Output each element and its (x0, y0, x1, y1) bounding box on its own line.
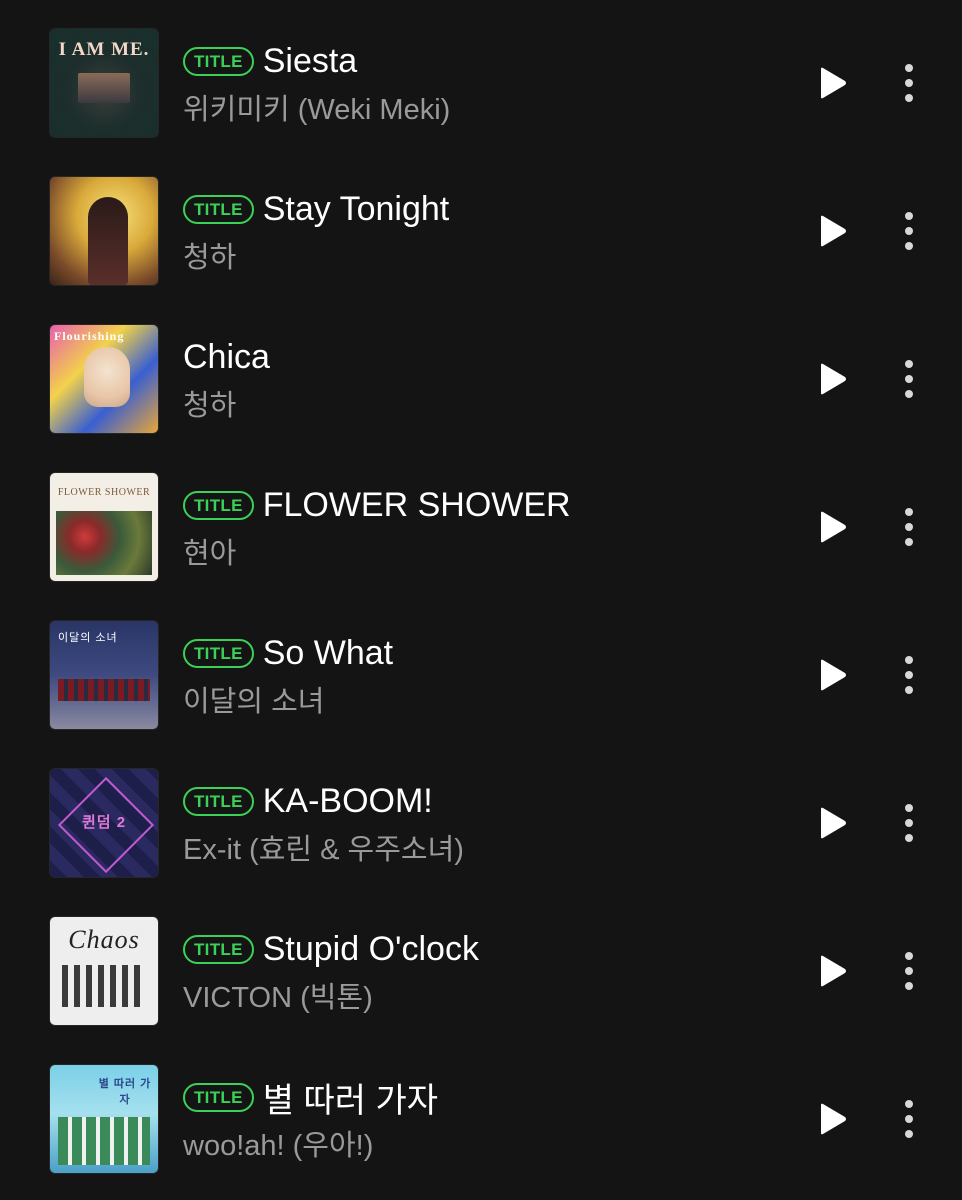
song-title: 별 따러 가자 (262, 1081, 439, 1120)
song-row[interactable]: 별 따러 가자 TITLE 별 따러 가자 woo!ah! (우아!) (0, 1044, 962, 1192)
song-row[interactable]: FLOWER SHOWER TITLE FLOWER SHOWER 현아 (0, 452, 962, 600)
more-options-button[interactable] (893, 655, 925, 695)
album-art-text: I AM ME. (58, 39, 150, 60)
more-options-button[interactable] (893, 63, 925, 103)
album-art[interactable]: 이달의 소녀 (50, 621, 158, 729)
album-art[interactable]: Chaos (50, 917, 158, 1025)
artist-name: 청하 (183, 390, 237, 422)
song-info: TITLE 별 따러 가자 woo!ah! (우아!) (183, 1076, 782, 1164)
album-art-text: 이달의 소녀 (58, 632, 118, 644)
more-options-button[interactable] (893, 359, 925, 399)
more-options-button[interactable] (893, 803, 925, 843)
song-info: Chica 청하 (183, 336, 782, 424)
play-button[interactable] (812, 655, 852, 695)
more-vertical-icon (905, 804, 913, 842)
album-art[interactable] (50, 177, 158, 285)
more-vertical-icon (905, 952, 913, 990)
play-icon (821, 1103, 846, 1135)
album-art-text: Chaos (68, 925, 140, 954)
song-title: Chica (183, 337, 270, 376)
song-info: TITLE KA-BOOM! Ex-it (효린 & 우주소녀) (183, 780, 782, 868)
song-info: TITLE FLOWER SHOWER 현아 (183, 484, 782, 572)
song-row[interactable]: 이달의 소녀 TITLE So What 이달의 소녀 (0, 600, 962, 748)
song-title: Stay Tonight (262, 189, 450, 228)
more-vertical-icon (905, 212, 913, 250)
song-list: I AM ME. TITLE Siesta 위키미키 (Weki Meki) T… (0, 8, 962, 1192)
more-vertical-icon (905, 360, 913, 398)
play-button[interactable] (812, 359, 852, 399)
more-options-button[interactable] (893, 1099, 925, 1139)
title-badge: TITLE (183, 194, 254, 224)
play-button[interactable] (812, 507, 852, 547)
play-button[interactable] (812, 803, 852, 843)
album-art[interactable]: I AM ME. (50, 29, 158, 137)
play-icon (821, 215, 846, 247)
song-info: TITLE So What 이달의 소녀 (183, 632, 782, 720)
song-row[interactable]: Flourishing Chica 청하 (0, 304, 962, 452)
album-art-text: 퀸덤 2 (81, 814, 127, 831)
play-button[interactable] (812, 63, 852, 103)
song-row[interactable]: TITLE Stay Tonight 청하 (0, 156, 962, 304)
album-art[interactable]: FLOWER SHOWER (50, 473, 158, 581)
artist-name: 현아 (183, 538, 237, 570)
play-button[interactable] (812, 951, 852, 991)
artist-name: woo!ah! (우아!) (183, 1130, 374, 1162)
song-row[interactable]: 퀸덤 2 TITLE KA-BOOM! Ex-it (효린 & 우주소녀) (0, 748, 962, 896)
title-badge: TITLE (183, 1082, 254, 1112)
more-vertical-icon (905, 1100, 913, 1138)
play-icon (821, 807, 846, 839)
artist-name: 청하 (183, 242, 237, 274)
play-icon (821, 955, 846, 987)
more-vertical-icon (905, 656, 913, 694)
title-badge: TITLE (183, 786, 254, 816)
song-title: KA-BOOM! (262, 781, 433, 820)
play-icon (821, 511, 846, 543)
artist-name: Ex-it (효린 & 우주소녀) (183, 834, 464, 866)
song-title: So What (262, 633, 394, 672)
album-art-text: FLOWER SHOWER (57, 487, 151, 498)
title-badge: TITLE (183, 46, 254, 76)
album-art-text: 별 따러 가자 (98, 1078, 152, 1106)
title-badge: TITLE (183, 490, 254, 520)
play-icon (821, 363, 846, 395)
title-badge: TITLE (183, 934, 254, 964)
more-options-button[interactable] (893, 211, 925, 251)
more-options-button[interactable] (893, 507, 925, 547)
more-vertical-icon (905, 508, 913, 546)
song-row[interactable]: I AM ME. TITLE Siesta 위키미키 (Weki Meki) (0, 8, 962, 156)
song-title: Stupid O'clock (262, 929, 479, 968)
play-button[interactable] (812, 211, 852, 251)
play-button[interactable] (812, 1099, 852, 1139)
album-art-text: Flourishing (54, 329, 125, 343)
song-info: TITLE Siesta 위키미키 (Weki Meki) (183, 40, 782, 128)
song-row[interactable]: Chaos TITLE Stupid O'clock VICTON (빅톤) (0, 896, 962, 1044)
more-options-button[interactable] (893, 951, 925, 991)
play-icon (821, 659, 846, 691)
play-icon (821, 67, 846, 99)
album-art[interactable]: 퀸덤 2 (50, 769, 158, 877)
song-title: FLOWER SHOWER (262, 485, 571, 524)
title-badge: TITLE (183, 638, 254, 668)
more-vertical-icon (905, 64, 913, 102)
artist-name: VICTON (빅톤) (183, 982, 373, 1014)
song-title: Siesta (262, 41, 358, 80)
artist-name: 이달의 소녀 (183, 686, 325, 718)
album-art[interactable]: Flourishing (50, 325, 158, 433)
song-info: TITLE Stupid O'clock VICTON (빅톤) (183, 928, 782, 1016)
artist-name: 위키미키 (Weki Meki) (183, 94, 451, 126)
song-info: TITLE Stay Tonight 청하 (183, 188, 782, 276)
album-art[interactable]: 별 따러 가자 (50, 1065, 158, 1173)
